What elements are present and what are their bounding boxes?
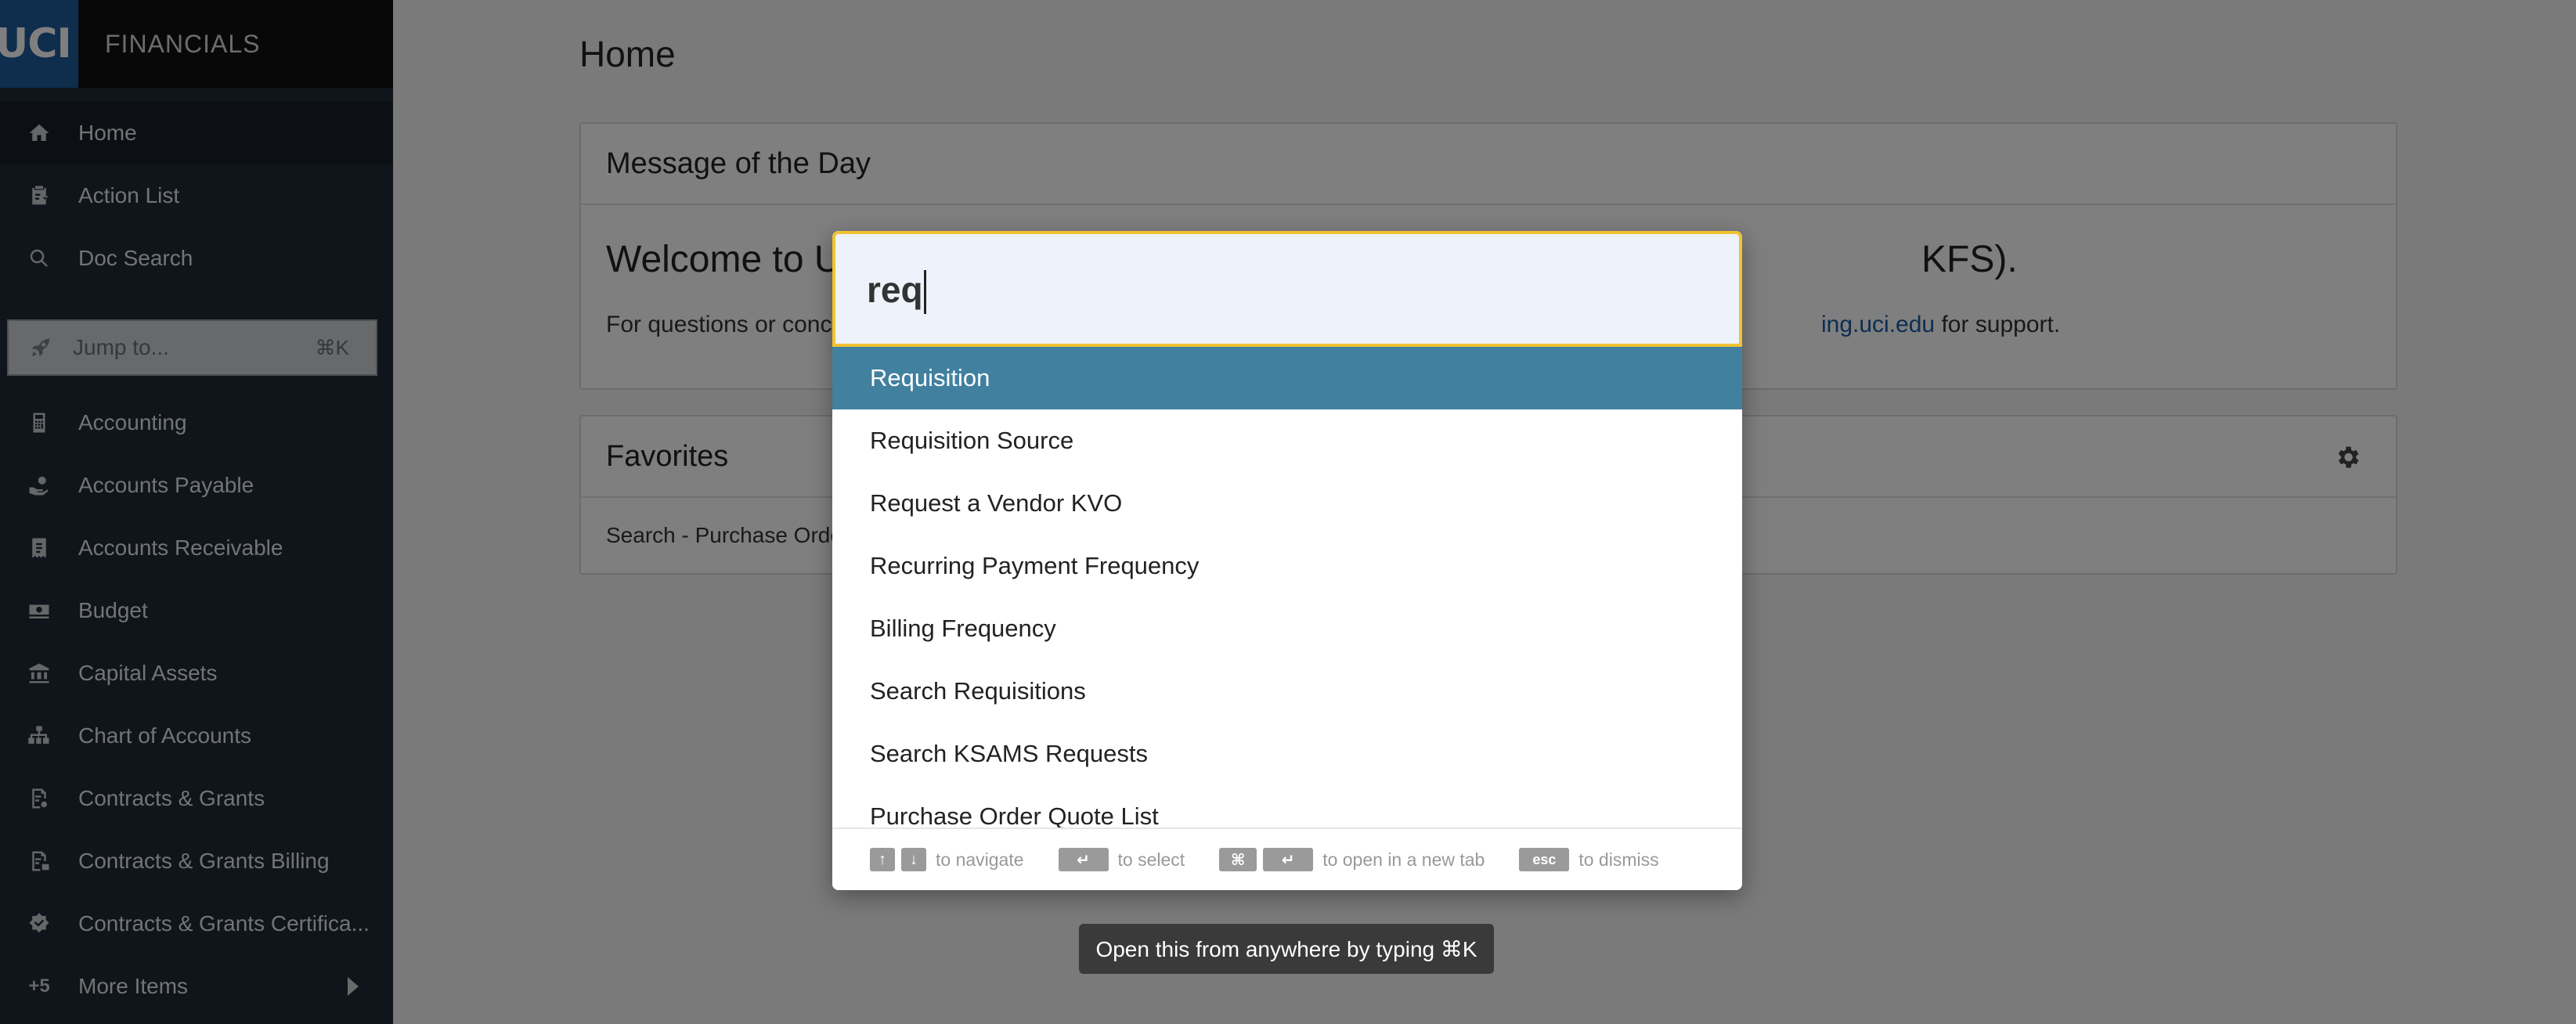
result-item[interactable]: Billing Frequency [832, 597, 1742, 660]
up-arrow-key-icon: ↑ [870, 848, 895, 871]
text-cursor [924, 270, 926, 314]
palette-search-input[interactable] [867, 262, 1697, 317]
esc-key-icon: esc [1519, 848, 1570, 871]
result-item[interactable]: Request a Vendor KVO [832, 472, 1742, 535]
result-item[interactable]: Requisition Source [832, 409, 1742, 472]
result-item[interactable]: Requisition [832, 347, 1742, 409]
down-arrow-key-icon: ↓ [901, 848, 926, 871]
palette-results-list: Requisition Requisition Source Request a… [832, 347, 1742, 827]
result-item[interactable]: Search Requisitions [832, 660, 1742, 723]
select-hint: to select [1117, 849, 1185, 870]
palette-footer: ↑ ↓ to navigate ↵ to select ⌘ ↵ to open … [832, 827, 1742, 890]
result-item[interactable]: Purchase Order Quote List [832, 785, 1742, 827]
navigate-hint: to navigate [936, 849, 1024, 870]
result-item[interactable]: Search KSAMS Requests [832, 723, 1742, 785]
palette-search-box [832, 231, 1742, 347]
enter-key-icon: ↵ [1058, 848, 1109, 871]
command-palette: Requisition Requisition Source Request a… [832, 231, 1742, 890]
shortcut-tooltip: Open this from anywhere by typing ⌘K [1079, 924, 1494, 974]
dismiss-hint: to dismiss [1578, 849, 1659, 870]
command-key-icon: ⌘ [1219, 848, 1257, 871]
enter-key-icon: ↵ [1263, 848, 1314, 871]
new-tab-hint: to open in a new tab [1322, 849, 1485, 870]
result-item[interactable]: Recurring Payment Frequency [832, 535, 1742, 597]
